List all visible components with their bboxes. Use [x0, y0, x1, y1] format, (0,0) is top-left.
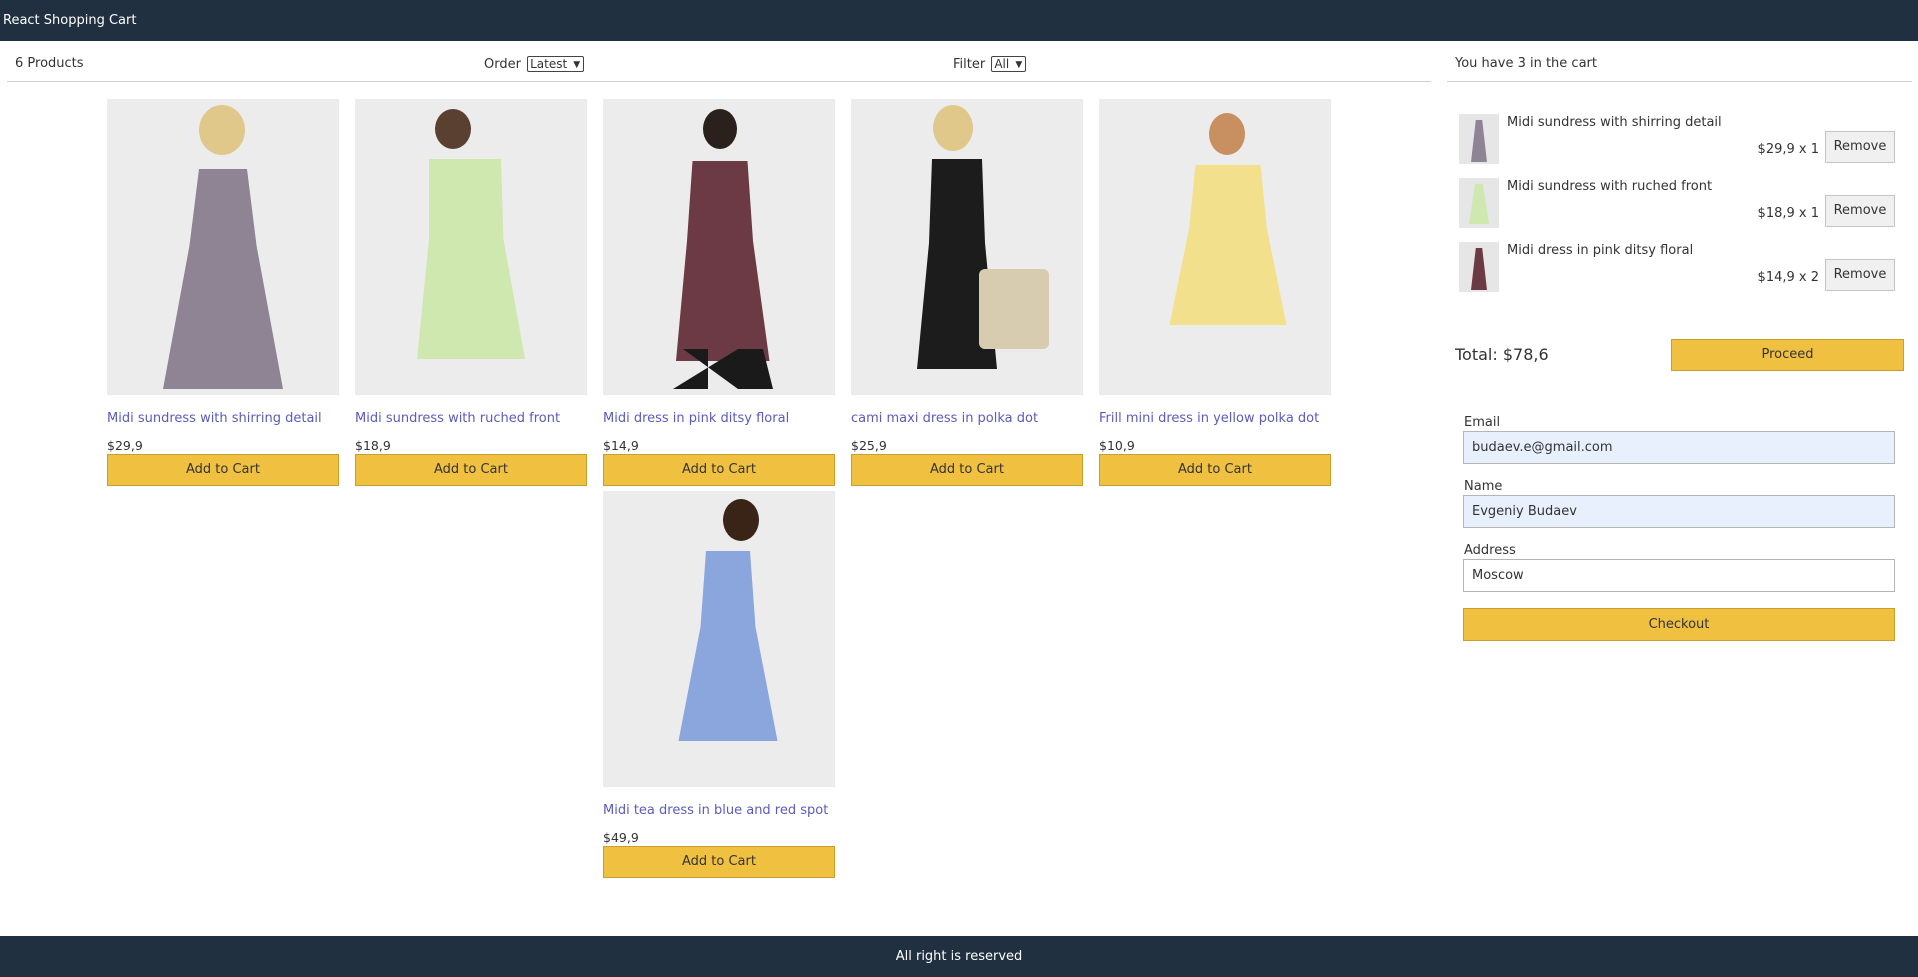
checkout-button[interactable]: Checkout: [1463, 608, 1895, 641]
remove-button[interactable]: Remove: [1825, 131, 1895, 163]
cart-item: Midi dress in pink ditsy floral $14,9 x …: [1459, 242, 1895, 294]
chevron-down-icon: ▼: [573, 60, 581, 70]
add-to-cart-button[interactable]: Add to Cart: [355, 454, 587, 486]
footer-text: All right is reserved: [895, 949, 1023, 964]
product-price: $10,9: [1099, 438, 1135, 453]
dress-shape: [163, 169, 283, 389]
email-field[interactable]: budaev.e@gmail.com: [1463, 431, 1895, 464]
filter-bar: 6 Products Order Latest ▼ Filter All ▼: [7, 55, 1431, 82]
add-to-cart-button[interactable]: Add to Cart: [603, 846, 835, 878]
product-title[interactable]: Midi tea dress in blue and red spot: [603, 803, 835, 818]
product-image[interactable]: [355, 99, 587, 395]
product-title[interactable]: Frill mini dress in yellow polka dot: [1099, 411, 1331, 426]
product-image[interactable]: [1099, 99, 1331, 395]
app-title[interactable]: React Shopping Cart: [3, 13, 136, 28]
cart-item-qty: $14,9 x 2: [1757, 270, 1819, 285]
product-image[interactable]: [603, 99, 835, 395]
product-count: 6 Products: [15, 56, 84, 71]
product-card: Midi dress in pink ditsy floral $14,9 Ad…: [603, 99, 835, 486]
product-price: $14,9: [603, 438, 639, 453]
proceed-button[interactable]: Proceed: [1671, 339, 1904, 371]
cart-item-qty: $29,9 x 1: [1757, 142, 1819, 157]
order-control: Order Latest ▼: [484, 56, 585, 72]
name-field[interactable]: Evgeniy Budaev: [1463, 495, 1895, 528]
model-head: [435, 109, 471, 149]
model-head: [933, 105, 973, 151]
filter-label: Filter: [953, 57, 986, 72]
footer: All right is reserved: [0, 936, 1918, 977]
top-header: React Shopping Cart: [0, 0, 1918, 41]
tote-bag: [979, 269, 1049, 349]
order-select-value: Latest: [530, 57, 568, 71]
product-price: $49,9: [603, 830, 639, 845]
add-to-cart-button[interactable]: Add to Cart: [603, 454, 835, 486]
remove-button[interactable]: Remove: [1825, 195, 1895, 227]
product-price: $18,9: [355, 438, 391, 453]
add-to-cart-button[interactable]: Add to Cart: [107, 454, 339, 486]
product-card: Midi tea dress in blue and red spot $49,…: [603, 491, 835, 878]
cart-total: Total: $78,6: [1455, 345, 1549, 364]
cart-summary: You have 3 in the cart: [1455, 56, 1597, 71]
product-card: Frill mini dress in yellow polka dot $10…: [1099, 99, 1331, 486]
product-title[interactable]: Midi dress in pink ditsy floral: [603, 411, 835, 426]
add-to-cart-button[interactable]: Add to Cart: [1099, 454, 1331, 486]
order-select[interactable]: Latest ▼: [527, 56, 585, 72]
product-title[interactable]: Midi sundress with shirring detail: [107, 411, 339, 426]
product-title[interactable]: cami maxi dress in polka dot: [851, 411, 1083, 426]
cart-item-thumbnail: [1459, 114, 1499, 164]
product-title[interactable]: Midi sundress with ruched front: [355, 411, 587, 426]
model-head: [723, 499, 759, 541]
dress-shape: [417, 159, 525, 359]
product-card: cami maxi dress in polka dot $25,9 Add t…: [851, 99, 1083, 486]
filter-select-value: All: [994, 57, 1010, 71]
name-label: Name: [1464, 479, 1503, 494]
product-image[interactable]: [603, 491, 835, 787]
remove-button[interactable]: Remove: [1825, 259, 1895, 291]
cart-header: You have 3 in the cart: [1447, 55, 1912, 82]
product-image[interactable]: [851, 99, 1083, 395]
cart-item: Midi sundress with shirring detail $29,9…: [1459, 114, 1895, 166]
email-label: Email: [1464, 415, 1501, 430]
product-card: Midi sundress with ruched front $18,9 Ad…: [355, 99, 587, 486]
product-image[interactable]: [107, 99, 339, 395]
model-head: [1209, 113, 1245, 155]
dress-shape: [1169, 165, 1287, 325]
dress-shape: [678, 551, 778, 741]
product-price: $29,9: [107, 438, 143, 453]
cart-item-name: Midi sundress with ruched front: [1507, 179, 1713, 194]
cart-item-name: Midi dress in pink ditsy floral: [1507, 243, 1694, 258]
dress-shape: [676, 161, 770, 361]
product-price: $25,9: [851, 438, 887, 453]
cart-item: Midi sundress with ruched front $18,9 x …: [1459, 178, 1895, 230]
filter-select[interactable]: All ▼: [991, 56, 1027, 72]
cart-item-qty: $18,9 x 1: [1757, 206, 1819, 221]
model-head: [703, 109, 737, 149]
address-label: Address: [1464, 543, 1516, 558]
cart-item-thumbnail: [1459, 178, 1499, 228]
cart-item-name: Midi sundress with shirring detail: [1507, 115, 1722, 130]
model-hair: [199, 105, 245, 155]
address-field[interactable]: Moscow: [1463, 559, 1895, 592]
order-label: Order: [484, 57, 521, 72]
product-card: Midi sundress with shirring detail $29,9…: [107, 99, 339, 486]
chevron-down-icon: ▼: [1015, 60, 1023, 70]
filter-control: Filter All ▼: [953, 56, 1027, 72]
add-to-cart-button[interactable]: Add to Cart: [851, 454, 1083, 486]
cart-item-thumbnail: [1459, 242, 1499, 292]
